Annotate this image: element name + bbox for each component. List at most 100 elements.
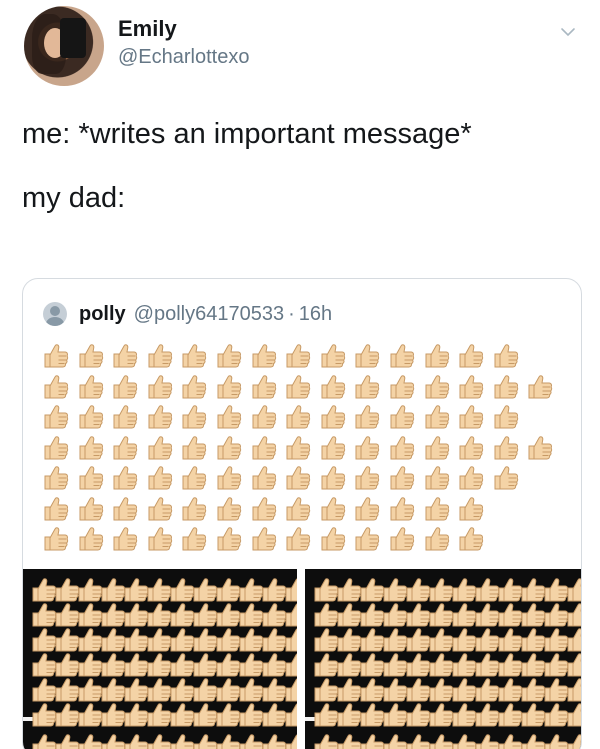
tweet-text-line-1: me: *writes an important message* — [22, 118, 472, 150]
tweet-header: Emily @Echarlottexo — [18, 6, 588, 88]
thumbs-up-icon — [390, 435, 415, 459]
thumbs-up-icon — [425, 527, 449, 551]
thumbs-up-icon — [252, 466, 276, 490]
thumbs-up-icon — [285, 734, 297, 749]
thumbs-up-icon — [286, 466, 311, 490]
thumbs-up-icon — [321, 374, 345, 398]
thumbs-up-icon — [494, 374, 518, 398]
thumbs-up-icon — [148, 527, 172, 551]
thumbs-up-icon — [459, 435, 484, 459]
quoted-separator: · — [288, 302, 295, 325]
thumbs-up-icon — [182, 527, 207, 551]
chevron-down-icon[interactable] — [560, 24, 576, 40]
thumbs-up-icon — [286, 527, 311, 551]
thumbs-up-icon — [79, 344, 103, 368]
thumbs-up-icon — [252, 496, 276, 520]
thumbs-up-icon — [148, 496, 172, 520]
thumbs-up-icon — [182, 344, 207, 368]
thumbs-up-icon — [459, 527, 484, 551]
thumbs-up-icon — [355, 405, 380, 429]
thumbs-up-icon — [44, 405, 69, 429]
thumbs-up-icon — [286, 405, 311, 429]
thumbs-up-icon — [44, 496, 69, 520]
tweet-text-line-2: my dad: — [22, 182, 126, 214]
author-avatar[interactable] — [24, 6, 104, 86]
thumbs-up-icon — [217, 344, 242, 368]
thumbs-up-icon — [217, 466, 242, 490]
thumbs-up-icon — [285, 703, 297, 727]
quoted-author-handle: @polly64170533 — [133, 302, 285, 325]
thumbs-up-icon — [459, 405, 484, 429]
quoted-author-name: polly — [79, 302, 126, 325]
thumbs-up-icon — [182, 466, 207, 490]
thumbs-up-icon — [113, 344, 138, 368]
thumbs-up-icon — [148, 405, 172, 429]
thumbs-up-icon — [321, 527, 345, 551]
thumbs-up-icon — [321, 405, 345, 429]
thumbs-up-icon — [355, 496, 380, 520]
thumbs-up-icon — [79, 466, 103, 490]
thumbs-up-icon — [113, 496, 138, 520]
media-image-left[interactable] — [23, 569, 297, 749]
quoted-avatar[interactable] — [43, 302, 67, 326]
thumbs-up-icon — [459, 374, 484, 398]
author-name[interactable]: Emily — [118, 16, 177, 42]
thumbs-up-icon — [286, 496, 311, 520]
thumbs-up-icon — [148, 344, 172, 368]
thumbs-up-icon — [567, 703, 581, 727]
thumbs-up-icon — [44, 466, 69, 490]
thumbs-up-icon — [425, 405, 449, 429]
thumbs-up-icon — [113, 527, 138, 551]
thumbs-up-icon — [113, 435, 138, 459]
thumbs-up-icon — [217, 405, 242, 429]
thumbs-up-icon — [148, 374, 172, 398]
thumbs-up-icon — [355, 344, 380, 368]
thumbs-up-icon — [79, 496, 103, 520]
thumbs-up-icon — [286, 344, 311, 368]
thumbs-up-icon — [390, 344, 415, 368]
thumbs-up-icon — [390, 527, 415, 551]
thumbs-up-icon — [425, 435, 449, 459]
thumbs-up-icon — [182, 496, 207, 520]
thumbs-up-icon — [425, 374, 449, 398]
thumbs-up-icon — [182, 435, 207, 459]
thumbs-up-icon — [217, 496, 242, 520]
thumbs-up-icon — [321, 496, 345, 520]
thumbs-up-icon — [252, 435, 276, 459]
thumbs-up-icon — [425, 466, 449, 490]
thumbs-up-icon — [44, 527, 69, 551]
thumbs-up-icon — [528, 374, 553, 398]
thumbs-up-icon — [494, 466, 518, 490]
media-image-right[interactable] — [305, 569, 581, 749]
thumbs-up-icon — [44, 435, 69, 459]
thumbs-up-icon — [148, 466, 172, 490]
thumbs-up-icon — [528, 435, 553, 459]
thumbs-up-icon — [252, 527, 276, 551]
thumbs-up-icon — [567, 734, 581, 749]
thumbs-up-icon — [252, 374, 276, 398]
thumbs-up-icon — [79, 435, 103, 459]
thumbs-up-icon — [286, 374, 311, 398]
thumbs-up-icon — [113, 405, 138, 429]
thumbs-up-icon — [321, 466, 345, 490]
thumbs-up-icon — [355, 466, 380, 490]
thumbs-up-icon — [425, 344, 449, 368]
thumbs-up-icon — [217, 374, 242, 398]
thumbs-up-icon — [113, 466, 138, 490]
thumbs-up-icon — [79, 405, 103, 429]
thumbs-up-icon — [252, 344, 276, 368]
author-handle[interactable]: @Echarlottexo — [118, 46, 249, 69]
quoted-timestamp: 16h — [298, 302, 333, 325]
quoted-tweet-card[interactable]: polly @polly64170533 · 16h — [22, 278, 582, 749]
thumbs-up-icon — [44, 374, 69, 398]
thumbs-up-icon — [494, 344, 518, 368]
thumbs-up-icon — [459, 344, 484, 368]
thumbs-up-icon — [355, 374, 380, 398]
thumbs-up-icon — [494, 435, 518, 459]
thumbs-up-icon — [355, 435, 380, 459]
thumbs-up-icon — [79, 527, 103, 551]
thumbs-up-emoji-block — [41, 341, 571, 555]
quoted-tweet-header: polly @polly64170533 · 16h — [43, 301, 332, 327]
thumbs-up-icon — [182, 374, 207, 398]
thumbs-up-icon — [79, 374, 103, 398]
